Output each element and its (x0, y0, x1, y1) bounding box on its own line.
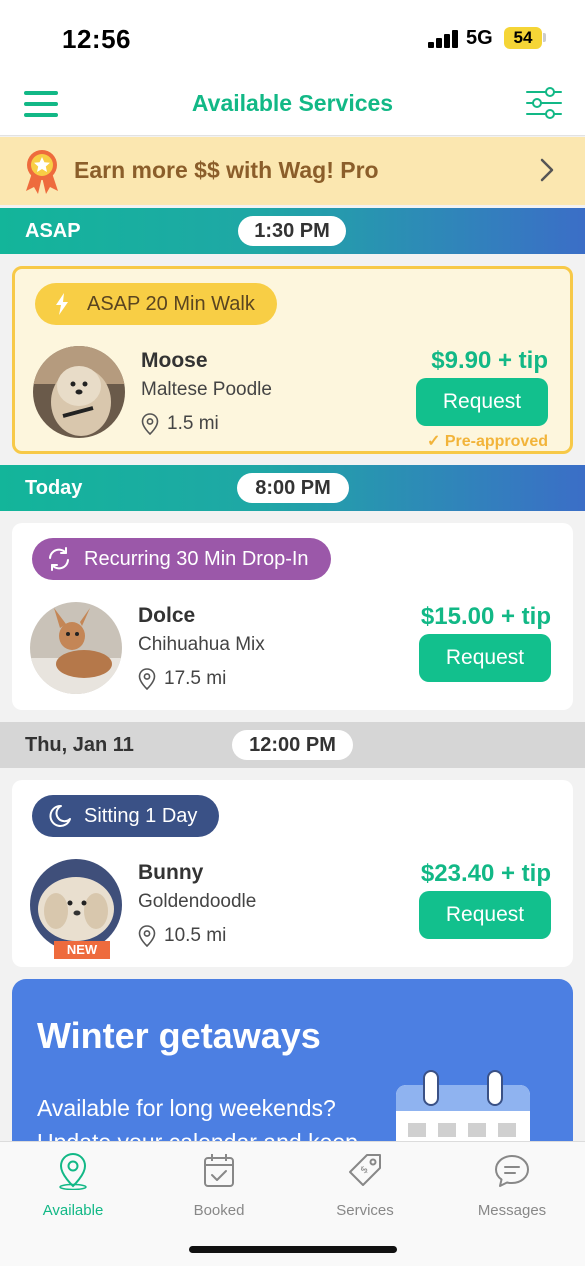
request-button[interactable]: Request (416, 378, 548, 426)
dog-breed: Goldendoodle (138, 891, 257, 912)
service-card-moose[interactable]: ASAP 20 Min Walk Moose Maltese Poodle 1.… (12, 266, 573, 454)
location-pin-icon (141, 413, 159, 435)
time-pill: 12:00 PM (232, 730, 353, 760)
dog-distance: 10.5 mi (164, 925, 227, 946)
tab-label: Messages (477, 1202, 547, 1219)
dog-avatar (30, 859, 122, 951)
home-indicator (189, 1246, 397, 1253)
dog-distance: 1.5 mi (167, 413, 219, 434)
signal-icon (428, 30, 460, 48)
dog-name: Dolce (138, 604, 196, 627)
network-label: 5G (466, 27, 493, 49)
service-tag: Sitting 1 Day (32, 795, 220, 837)
service-tag-label: Recurring 30 Min Drop-In (84, 548, 309, 570)
section-label: Thu, Jan 11 (25, 734, 134, 756)
page-title: Available Services (191, 90, 394, 116)
wag-pro-banner[interactable]: Earn more $$ with Wag! Pro (0, 137, 585, 205)
winter-title: Winter getaways (37, 1015, 321, 1056)
price-label: $23.40 + tip (420, 860, 551, 887)
calendar-check-icon (204, 1154, 234, 1187)
service-tag: ASAP 20 Min Walk (35, 283, 277, 325)
dog-breed: Chihuahua Mix (138, 634, 265, 655)
dog-name: Moose (141, 349, 208, 372)
status-time: 12:56 (62, 24, 131, 54)
moon-icon (49, 804, 71, 827)
chat-bubble-icon (495, 1155, 529, 1187)
battery-nub (543, 33, 546, 42)
price-label: $15.00 + tip (420, 603, 551, 630)
award-ribbon-icon (26, 150, 58, 194)
battery-icon: 54 (504, 27, 542, 49)
section-header-thu-jan-11: Thu, Jan 11 12:00 PM (0, 722, 585, 768)
tab-services[interactable]: $ Services (305, 1152, 425, 1219)
location-pin-icon (138, 668, 156, 690)
recurring-arrows-icon (49, 547, 69, 571)
time-pill: 1:30 PM (238, 216, 346, 246)
tab-label: Booked (193, 1202, 245, 1219)
service-card-dolce[interactable]: Recurring 30 Min Drop-In Dolce Chihuahua… (12, 523, 573, 710)
section-label: Today (25, 477, 83, 499)
tab-booked[interactable]: Booked (159, 1152, 279, 1219)
time-pill: 8:00 PM (237, 473, 349, 503)
map-pin-icon (59, 1152, 87, 1190)
chevron-right-icon (540, 158, 554, 182)
filter-icon[interactable] (524, 86, 564, 120)
price-label: $9.90 + tip (431, 347, 548, 374)
tab-label: Available (42, 1202, 104, 1219)
pre-approved-label: ✓ Pre-approved (427, 433, 548, 450)
section-label: ASAP (25, 220, 81, 242)
section-header-today: Today 8:00 PM (0, 465, 585, 511)
app-header: Available Services (0, 72, 585, 136)
dog-avatar (30, 602, 122, 694)
request-button[interactable]: Request (419, 891, 551, 939)
dog-name: Bunny (138, 861, 204, 884)
tab-messages[interactable]: Messages (452, 1152, 572, 1219)
tab-label: Services (336, 1202, 394, 1219)
service-tag-label: ASAP 20 Min Walk (87, 293, 255, 315)
dog-breed: Maltese Poodle (141, 379, 272, 400)
price-tag-icon: $ (349, 1154, 381, 1186)
section-header-asap: ASAP 1:30 PM (0, 208, 585, 254)
promo-text: Earn more $$ with Wag! Pro (74, 157, 379, 183)
service-card-bunny[interactable]: Sitting 1 Day NEW Bunny Goldendoodle 10.… (12, 780, 573, 967)
request-button[interactable]: Request (419, 634, 551, 682)
lightning-icon (56, 293, 68, 315)
new-badge: NEW (54, 941, 110, 959)
service-tag-label: Sitting 1 Day (84, 805, 198, 827)
service-tag: Recurring 30 Min Drop-In (32, 538, 331, 580)
status-bar: 12:56 5G 54 (0, 0, 585, 72)
dog-distance: 17.5 mi (164, 668, 227, 689)
dog-avatar (33, 346, 125, 438)
location-pin-icon (138, 925, 156, 947)
svg-text:$: $ (358, 1164, 370, 1176)
tab-available[interactable]: Available (13, 1152, 133, 1219)
